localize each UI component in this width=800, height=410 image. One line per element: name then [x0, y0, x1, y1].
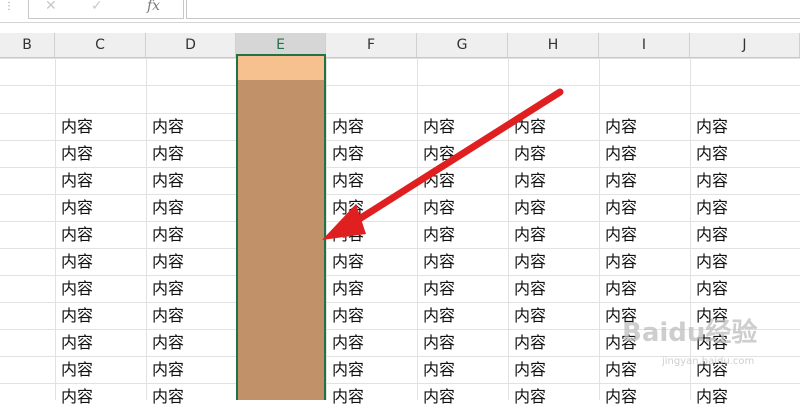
cell-c-4[interactable]: 内容 [55, 194, 146, 221]
cell-h-1[interactable]: 内容 [508, 113, 599, 140]
cell-i-1[interactable]: 内容 [599, 113, 690, 140]
cell-f-1[interactable]: 内容 [326, 113, 417, 140]
cell-c-7[interactable]: 内容 [55, 275, 146, 302]
cell-d-7[interactable]: 内容 [146, 275, 236, 302]
formula-bar: ⋮ ✕ ✓ fx [0, 0, 800, 23]
cell-h-4[interactable]: 内容 [508, 194, 599, 221]
cell-f-4[interactable]: 内容 [326, 194, 417, 221]
cell-j-3[interactable]: 内容 [690, 167, 800, 194]
cell-g-5[interactable]: 内容 [417, 221, 508, 248]
cell-g-3[interactable]: 内容 [417, 167, 508, 194]
column-headers: BCDEFGHIJ [0, 33, 800, 58]
cell-g-1[interactable]: 内容 [417, 113, 508, 140]
cell-c-5[interactable]: 内容 [55, 221, 146, 248]
column-header-g[interactable]: G [417, 33, 508, 57]
fx-icon[interactable]: fx [147, 0, 160, 14]
cell-d-4[interactable]: 内容 [146, 194, 236, 221]
formula-input[interactable] [186, 0, 800, 19]
x-icon[interactable]: ✕ [45, 0, 57, 14]
cell-c-2[interactable]: 内容 [55, 140, 146, 167]
cell-h-9[interactable]: 内容 [508, 329, 599, 356]
cell-h-5[interactable]: 内容 [508, 221, 599, 248]
cell-g-6[interactable]: 内容 [417, 248, 508, 275]
cell-f-10[interactable]: 内容 [326, 356, 417, 383]
cell-g-4[interactable]: 内容 [417, 194, 508, 221]
cell-g-2[interactable]: 内容 [417, 140, 508, 167]
cell-j-2[interactable]: 内容 [690, 140, 800, 167]
cell-i-4[interactable]: 内容 [599, 194, 690, 221]
cell-j-4[interactable]: 内容 [690, 194, 800, 221]
cell-h-7[interactable]: 内容 [508, 275, 599, 302]
cell-i-3[interactable]: 内容 [599, 167, 690, 194]
cell-f-7[interactable]: 内容 [326, 275, 417, 302]
cell-d-2[interactable]: 内容 [146, 140, 236, 167]
cell-j-6[interactable]: 内容 [690, 248, 800, 275]
cell-f-3[interactable]: 内容 [326, 167, 417, 194]
cell-d-3[interactable]: 内容 [146, 167, 236, 194]
cell-h-6[interactable]: 内容 [508, 248, 599, 275]
cell-g-8[interactable]: 内容 [417, 302, 508, 329]
cell-f-8[interactable]: 内容 [326, 302, 417, 329]
more-icon[interactable]: ⋮ [4, 2, 14, 12]
cell-c-1[interactable]: 内容 [55, 113, 146, 140]
cell-g-11[interactable]: 内容 [417, 383, 508, 410]
column-header-b[interactable]: B [0, 33, 55, 57]
cell-c-10[interactable]: 内容 [55, 356, 146, 383]
cell-g-7[interactable]: 内容 [417, 275, 508, 302]
cell-d-10[interactable]: 内容 [146, 356, 236, 383]
cell-d-1[interactable]: 内容 [146, 113, 236, 140]
cell-c-8[interactable]: 内容 [55, 302, 146, 329]
selected-cell-fill [238, 56, 324, 80]
cell-j-7[interactable]: 内容 [690, 275, 800, 302]
column-header-i[interactable]: I [599, 33, 690, 57]
cell-i-2[interactable]: 内容 [599, 140, 690, 167]
watermark-text: Baidu经验 [622, 318, 758, 348]
cell-g-9[interactable]: 内容 [417, 329, 508, 356]
cell-c-9[interactable]: 内容 [55, 329, 146, 356]
cell-i-6[interactable]: 内容 [599, 248, 690, 275]
cell-j-11[interactable]: 内容 [690, 383, 800, 410]
cell-i-7[interactable]: 内容 [599, 275, 690, 302]
cell-c-3[interactable]: 内容 [55, 167, 146, 194]
column-header-c[interactable]: C [55, 33, 146, 57]
cell-d-8[interactable]: 内容 [146, 302, 236, 329]
checkmark-icon[interactable]: ✓ [91, 0, 103, 14]
cell-c-11[interactable]: 内容 [55, 383, 146, 410]
cell-d-9[interactable]: 内容 [146, 329, 236, 356]
cell-h-11[interactable]: 内容 [508, 383, 599, 410]
cell-g-10[interactable]: 内容 [417, 356, 508, 383]
cell-f-11[interactable]: 内容 [326, 383, 417, 410]
cell-f-5[interactable]: 内容 [326, 221, 417, 248]
grid-line [0, 58, 800, 59]
cell-h-2[interactable]: 内容 [508, 140, 599, 167]
grid-line [0, 85, 800, 86]
cell-j-5[interactable]: 内容 [690, 221, 800, 248]
cell-i-5[interactable]: 内容 [599, 221, 690, 248]
column-header-j[interactable]: J [690, 33, 800, 57]
cell-i-11[interactable]: 内容 [599, 383, 690, 410]
cell-c-6[interactable]: 内容 [55, 248, 146, 275]
cell-d-6[interactable]: 内容 [146, 248, 236, 275]
cell-h-3[interactable]: 内容 [508, 167, 599, 194]
formula-controls: ✕ ✓ fx [28, 0, 184, 19]
cell-f-9[interactable]: 内容 [326, 329, 417, 356]
column-header-f[interactable]: F [326, 33, 417, 57]
cell-h-10[interactable]: 内容 [508, 356, 599, 383]
cell-j-1[interactable]: 内容 [690, 113, 800, 140]
watermark-sub: jingyan.baidu.com [662, 356, 755, 367]
column-header-d[interactable]: D [146, 33, 236, 57]
cell-f-6[interactable]: 内容 [326, 248, 417, 275]
cell-d-11[interactable]: 内容 [146, 383, 236, 410]
column-header-h[interactable]: H [508, 33, 599, 57]
cell-d-5[interactable]: 内容 [146, 221, 236, 248]
baidu-watermark: Baidu经验 jingyan.baidu.com [622, 312, 792, 382]
cell-f-2[interactable]: 内容 [326, 140, 417, 167]
cell-h-8[interactable]: 内容 [508, 302, 599, 329]
column-e-selection[interactable] [236, 54, 326, 400]
